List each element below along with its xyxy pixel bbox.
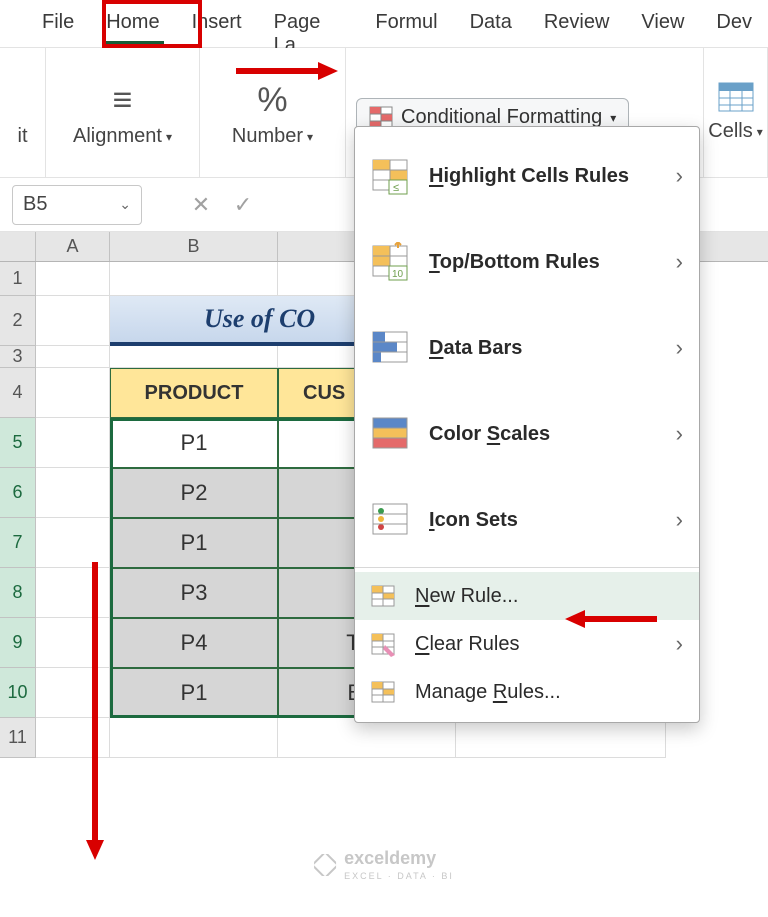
data-bars-icon bbox=[371, 328, 411, 368]
cell-product[interactable]: P1 bbox=[110, 518, 278, 568]
menu-data-bars[interactable]: Data Bars › bbox=[355, 305, 699, 391]
ribbon-group-label: it bbox=[18, 125, 28, 148]
cell-product[interactable]: P1 bbox=[110, 668, 278, 718]
menu-new-rule[interactable]: New Rule... bbox=[355, 572, 699, 620]
col-header-A[interactable]: A bbox=[36, 232, 110, 261]
row-header[interactable]: 4 bbox=[0, 368, 36, 418]
tab-data[interactable]: Data bbox=[454, 0, 528, 47]
chevron-right-icon: › bbox=[676, 249, 683, 275]
tab-page-layout[interactable]: Page La bbox=[258, 0, 360, 47]
number-label: Number ▾ bbox=[232, 125, 313, 148]
menu-label: Clear Rules bbox=[415, 633, 520, 656]
row-header[interactable]: 11 bbox=[0, 718, 36, 758]
chevron-right-icon: › bbox=[676, 335, 683, 361]
tab-view[interactable]: View bbox=[625, 0, 700, 47]
cell-product[interactable]: P3 bbox=[110, 568, 278, 618]
row-header[interactable]: 3 bbox=[0, 346, 36, 368]
align-center-icon: ≡ bbox=[113, 83, 133, 117]
chevron-right-icon: › bbox=[676, 163, 683, 189]
chevron-down-icon: ▾ bbox=[610, 111, 616, 125]
formula-cancel-button[interactable]: ✕ bbox=[180, 185, 222, 225]
row-header[interactable]: 6 bbox=[0, 468, 36, 518]
row-header[interactable]: 5 bbox=[0, 418, 36, 468]
tab-developer[interactable]: Dev bbox=[700, 0, 768, 47]
col-header-B[interactable]: B bbox=[110, 232, 278, 261]
watermark: exceldemy EXCEL · DATA · BI bbox=[314, 848, 454, 881]
cells-icon bbox=[718, 82, 754, 112]
highlight-cells-icon: ≤ bbox=[371, 156, 411, 196]
menu-label: New Rule... bbox=[415, 585, 518, 608]
tab-file[interactable]: File bbox=[26, 0, 90, 47]
chevron-right-icon: › bbox=[676, 421, 683, 447]
row-header[interactable]: 7 bbox=[0, 518, 36, 568]
new-rule-icon bbox=[371, 583, 397, 609]
ribbon-group-number[interactable]: % Number ▾ bbox=[200, 48, 346, 177]
ribbon-tabs: File Home Insert Page La Formul Data Rev… bbox=[0, 0, 768, 48]
select-all-corner[interactable] bbox=[0, 232, 36, 261]
tab-home[interactable]: Home bbox=[90, 0, 175, 47]
row-header[interactable]: 1 bbox=[0, 262, 36, 296]
svg-text:10: 10 bbox=[392, 269, 404, 280]
menu-label: Color Scales bbox=[429, 423, 550, 446]
menu-label: Top/Bottom Rules bbox=[429, 251, 600, 274]
clear-rules-icon bbox=[371, 631, 397, 657]
row-header[interactable]: 2 bbox=[0, 296, 36, 346]
tab-formulas[interactable]: Formul bbox=[359, 0, 453, 47]
cell-product[interactable]: P4 bbox=[110, 618, 278, 668]
icon-sets-icon bbox=[371, 500, 411, 540]
cell-product[interactable]: P2 bbox=[110, 468, 278, 518]
chevron-down-icon: ▾ bbox=[307, 130, 313, 144]
cells-label: Cells ▾ bbox=[708, 120, 762, 143]
menu-label: Manage Rules... bbox=[415, 681, 561, 704]
menu-top-bottom-rules[interactable]: 10 Top/Bottom Rules › bbox=[355, 219, 699, 305]
conditional-formatting-menu: ≤ Highlight Cells Rules › 10 Top/Bottom … bbox=[354, 126, 700, 723]
top-bottom-icon: 10 bbox=[371, 242, 411, 282]
row-header[interactable]: 10 bbox=[0, 668, 36, 718]
table-header-product[interactable]: PRODUCT bbox=[110, 368, 278, 418]
chevron-right-icon: › bbox=[676, 631, 683, 657]
menu-separator bbox=[355, 567, 699, 568]
menu-label: Icon Sets bbox=[429, 509, 518, 532]
menu-highlight-cells-rules[interactable]: ≤ Highlight Cells Rules › bbox=[355, 133, 699, 219]
tab-insert[interactable]: Insert bbox=[176, 0, 258, 47]
ribbon-group-alignment[interactable]: ≡ Alignment ▾ bbox=[46, 48, 200, 177]
chevron-down-icon: ▾ bbox=[166, 130, 172, 144]
chevron-down-icon: ▾ bbox=[757, 125, 763, 139]
menu-color-scales[interactable]: Color Scales › bbox=[355, 391, 699, 477]
row: 11 bbox=[0, 718, 768, 758]
cell-product[interactable]: P1 bbox=[110, 418, 278, 468]
menu-label: Data Bars bbox=[429, 337, 522, 360]
tab-review[interactable]: Review bbox=[528, 0, 626, 47]
alignment-label: Alignment ▾ bbox=[73, 125, 172, 148]
name-box[interactable]: B5 ⌄ bbox=[12, 185, 142, 225]
manage-rules-icon bbox=[371, 679, 397, 705]
menu-manage-rules[interactable]: Manage Rules... bbox=[355, 668, 699, 716]
row-header[interactable]: 9 bbox=[0, 618, 36, 668]
ribbon-group-cells[interactable]: Cells ▾ bbox=[704, 48, 768, 177]
svg-text:≤: ≤ bbox=[393, 182, 399, 194]
percent-icon: % bbox=[257, 83, 287, 117]
chevron-down-icon[interactable]: ⌄ bbox=[119, 196, 131, 213]
menu-clear-rules[interactable]: Clear Rules › bbox=[355, 620, 699, 668]
menu-label: Highlight Cells Rules bbox=[429, 165, 629, 188]
chevron-right-icon: › bbox=[676, 507, 683, 533]
menu-icon-sets[interactable]: Icon Sets › bbox=[355, 477, 699, 563]
row-header[interactable]: 8 bbox=[0, 568, 36, 618]
watermark-icon bbox=[314, 854, 336, 876]
formula-confirm-button[interactable]: ✓ bbox=[222, 185, 264, 225]
ribbon-group-truncated: it bbox=[0, 48, 46, 177]
color-scales-icon bbox=[371, 414, 411, 454]
